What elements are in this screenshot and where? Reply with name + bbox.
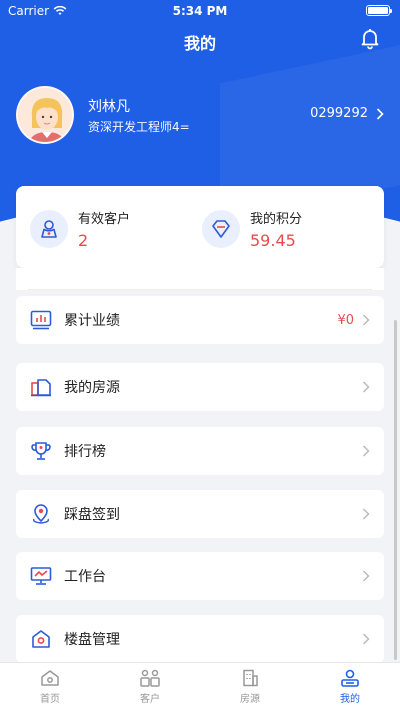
tab-listings[interactable]: 房源	[200, 663, 300, 710]
status-time: 5:34 PM	[172, 4, 228, 18]
avatar[interactable]	[16, 86, 74, 144]
stat-label: 我的积分	[250, 212, 303, 227]
scrollbar[interactable]	[394, 320, 397, 660]
tab-label: 客户	[140, 693, 160, 705]
house-icon	[30, 628, 52, 650]
tab-label: 首页	[40, 693, 60, 705]
location-icon	[30, 503, 52, 525]
chart-icon	[30, 309, 52, 331]
tab-home[interactable]: 首页	[0, 663, 100, 710]
chevron-right-icon	[362, 570, 370, 582]
building-icon	[243, 669, 258, 686]
chevron-right-icon	[362, 314, 370, 326]
menu-label: 工作台	[64, 569, 106, 585]
profile-job-title: 资深开发工程师4=	[88, 120, 190, 134]
stat-label: 有效客户	[78, 212, 131, 227]
profile-section[interactable]: 刘林凡 资深开发工程师4= 0299292	[16, 86, 384, 146]
stats-card: 有效客户 2 我的积分 59.45	[16, 186, 384, 268]
user-shield-icon	[30, 210, 68, 248]
stat-value: 59.45	[250, 231, 296, 250]
menu-label: 我的房源	[64, 380, 120, 396]
home-icon	[41, 669, 59, 686]
diamond-icon	[202, 210, 240, 248]
stat-value: 2	[78, 231, 89, 250]
menu-label: 踩盘签到	[64, 507, 120, 523]
tab-label: 我的	[340, 693, 360, 705]
tab-mine[interactable]: 我的	[300, 663, 400, 710]
chevron-right-icon	[362, 381, 370, 393]
tab-label: 房源	[240, 693, 260, 705]
chevron-right-icon	[362, 508, 370, 520]
status-bar: Carrier 5:34 PM	[0, 0, 400, 22]
menu-value: ¥0	[337, 312, 354, 328]
menu-label: 楼盘管理	[64, 632, 120, 648]
chevron-right-icon	[362, 445, 370, 457]
profile-icon	[341, 669, 359, 687]
profile-id-link[interactable]: 0299292	[310, 106, 384, 121]
stat-my-points[interactable]: 我的积分 59.45	[202, 208, 302, 250]
page-title: 我的	[183, 34, 216, 53]
chevron-right-icon	[376, 107, 384, 120]
menu-label: 排行榜	[64, 444, 106, 460]
card-divider-strip	[16, 268, 384, 290]
profile-name: 刘林凡	[88, 99, 130, 115]
menu-item-leaderboard[interactable]: 排行榜	[16, 427, 384, 475]
bell-icon[interactable]	[358, 26, 382, 50]
trophy-icon	[30, 440, 52, 462]
avatar-image	[18, 88, 72, 142]
tab-bar: 首页 客户 房源 我的	[0, 662, 400, 710]
profile-id: 0299292	[310, 106, 368, 121]
battery-icon	[366, 5, 392, 16]
menu-item-workbench[interactable]: 工作台	[16, 552, 384, 600]
menu-item-my-listings[interactable]: 我的房源	[16, 363, 384, 411]
building-icon	[30, 376, 52, 398]
stat-valid-clients[interactable]: 有效客户 2	[30, 208, 130, 250]
menu-item-property-management[interactable]: 楼盘管理	[16, 615, 384, 663]
clients-icon	[140, 669, 160, 687]
tab-clients[interactable]: 客户	[100, 663, 200, 710]
menu-item-performance[interactable]: 累计业绩 ¥0	[16, 296, 384, 344]
monitor-icon	[30, 565, 52, 587]
menu-label: 累计业绩	[64, 313, 120, 329]
chevron-right-icon	[362, 633, 370, 645]
menu-item-site-checkin[interactable]: 踩盘签到	[16, 490, 384, 538]
